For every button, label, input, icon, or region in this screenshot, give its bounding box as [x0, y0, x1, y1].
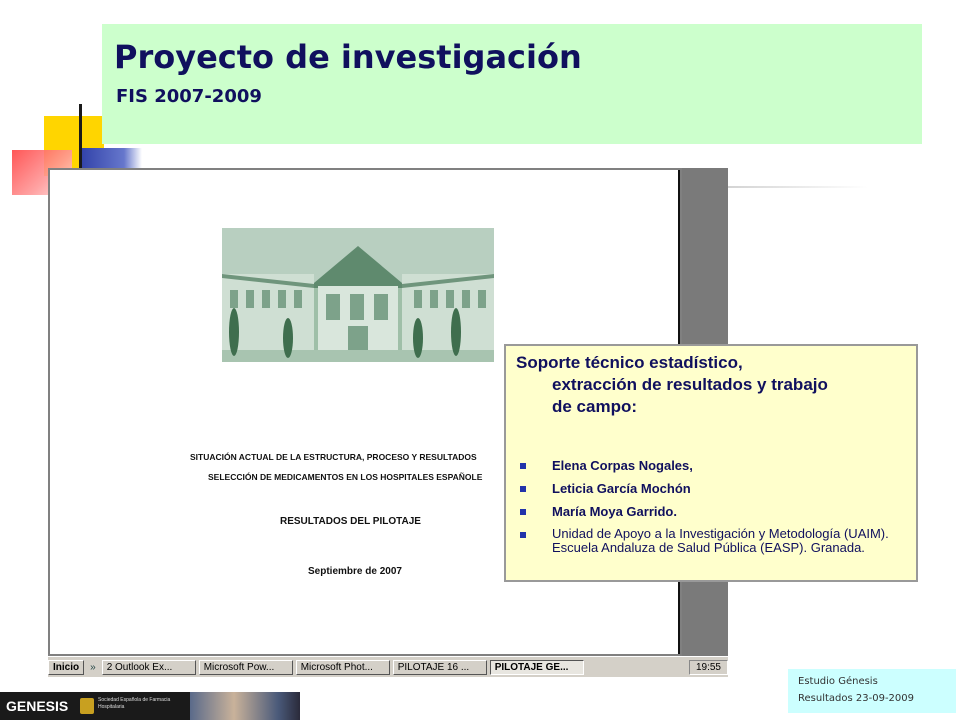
bullet-icon — [520, 463, 526, 469]
slide-title: Proyecto de investigación — [114, 38, 582, 76]
system-clock: 19:55 — [688, 659, 728, 675]
footer-photo — [190, 692, 300, 720]
start-button[interactable]: Inicio — [48, 659, 85, 675]
support-list-item: Unidad de Apoyo a la Investigación y Met… — [516, 527, 911, 555]
support-list: Elena Corpas Nogales, Leticia García Moc… — [516, 458, 911, 555]
bullet-icon — [520, 509, 526, 515]
support-item-text: Unidad de Apoyo a la Investigación y Met… — [552, 526, 889, 555]
taskbar-item-powerpoint[interactable]: Microsoft Pow... — [198, 659, 293, 675]
support-list-item: María Moya Garrido. — [516, 504, 911, 519]
support-heading: Soporte técnico estadístico, extracción … — [516, 352, 911, 418]
taskbar: Inicio » 2 Outlook Ex... Microsoft Pow..… — [48, 656, 728, 677]
technical-support-box: Soporte técnico estadístico, extracción … — [504, 344, 918, 582]
document-date: Septiembre de 2007 — [308, 566, 402, 577]
document-heading-line1: SITUACIÓN ACTUAL DE LA ESTRUCTURA, PROCE… — [190, 452, 477, 462]
society-seal-icon — [80, 698, 94, 714]
taskbar-item-pilotaje-16[interactable]: PILOTAJE 16 ... — [392, 659, 487, 675]
support-heading-line2: extracción de resultados y trabajo — [552, 375, 828, 394]
building-photo — [222, 228, 494, 362]
study-name: Estudio Génesis — [798, 676, 878, 687]
document-heading-line3: RESULTADOS DEL PILOTAJE — [280, 516, 421, 527]
support-item-text: Leticia García Mochón — [552, 481, 691, 496]
study-info-box: Estudio Génesis Resultados 23-09-2009 — [788, 669, 956, 713]
taskbar-item-pilotaje-ge[interactable]: PILOTAJE GE... — [489, 659, 584, 675]
slide-subtitle: FIS 2007-2009 — [116, 86, 262, 107]
bullet-icon — [520, 486, 526, 492]
quick-launch-toggle[interactable]: » — [87, 662, 99, 673]
study-results-date: Resultados 23-09-2009 — [798, 693, 914, 704]
taskbar-item-photoshop[interactable]: Microsoft Phot... — [295, 659, 390, 675]
support-heading-line1: Soporte técnico estadístico, — [516, 353, 743, 372]
taskbar-item-outlook[interactable]: 2 Outlook Ex... — [101, 659, 196, 675]
footer-logo-bar: GENESIS Sociedad Española de Farmacia Ho… — [0, 692, 300, 720]
support-list-item: Elena Corpas Nogales, — [516, 458, 911, 473]
genesis-logo: GENESIS — [6, 698, 69, 714]
support-list-item: Leticia García Mochón — [516, 481, 911, 496]
support-item-text: María Moya Garrido. — [552, 504, 677, 519]
support-heading-line3: de campo: — [552, 397, 638, 416]
title-banner: Proyecto de investigación FIS 2007-2009 — [102, 24, 922, 144]
society-name: Sociedad Española de Farmacia Hospitalar… — [98, 697, 171, 710]
bullet-icon — [520, 532, 526, 538]
support-item-text: Elena Corpas Nogales, — [552, 458, 693, 473]
document-heading-line2: SELECCIÓN DE MEDICAMENTOS EN LOS HOSPITA… — [208, 472, 483, 482]
